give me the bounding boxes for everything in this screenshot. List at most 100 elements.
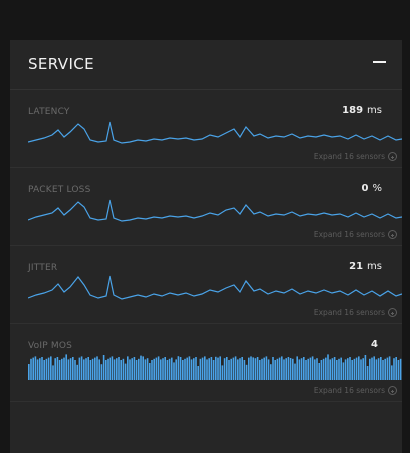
plus-circle-icon xyxy=(388,308,397,317)
mos-bar xyxy=(360,359,362,380)
mos-bar xyxy=(162,358,164,380)
mos-bar xyxy=(61,358,63,380)
plus-circle-icon xyxy=(388,152,397,161)
mos-bar xyxy=(243,360,246,380)
collapse-icon[interactable] xyxy=(368,50,392,74)
mos-bar xyxy=(259,360,261,380)
mos-bar xyxy=(239,358,241,380)
expand-sensors-button[interactable]: Expand 16 sensors xyxy=(314,230,397,239)
mos-bar xyxy=(375,359,378,380)
mos-bar xyxy=(111,356,114,380)
mos-bar xyxy=(76,364,78,380)
mos-bar xyxy=(305,360,307,380)
mos-bar xyxy=(212,360,215,380)
mos-bar xyxy=(129,359,131,380)
mos-bar xyxy=(274,360,276,380)
mos-bar xyxy=(142,356,144,380)
packet-loss-sparkline xyxy=(28,199,402,222)
mos-bar xyxy=(56,357,59,380)
mos-bar xyxy=(204,356,206,380)
mos-bar xyxy=(124,363,127,380)
mos-bar xyxy=(395,357,397,380)
mos-bar xyxy=(261,358,263,380)
mos-bar xyxy=(184,358,186,380)
metric-value: 21 ms xyxy=(349,261,382,272)
mos-bar xyxy=(43,360,45,380)
mos-bar xyxy=(122,358,125,380)
mos-bar xyxy=(105,360,107,380)
mos-bar xyxy=(311,356,314,380)
mos-bar xyxy=(65,354,67,380)
mos-bar xyxy=(157,356,160,380)
mos-bar xyxy=(366,366,369,380)
mos-bar xyxy=(69,358,72,380)
mos-bar xyxy=(144,359,147,380)
mos-bar xyxy=(173,362,175,380)
mos-bar xyxy=(193,358,195,380)
mos-bar xyxy=(270,364,272,380)
mos-bar xyxy=(151,360,153,380)
mos-bar xyxy=(74,360,76,380)
mos-bar xyxy=(342,362,345,380)
mos-bar xyxy=(325,357,327,380)
mos-bar xyxy=(175,359,177,380)
metric-unit: ms xyxy=(367,105,382,116)
latency-line xyxy=(28,121,402,144)
mos-bar xyxy=(109,357,111,380)
mos-bar xyxy=(195,357,197,380)
expand-sensors-button[interactable]: Expand 16 sensors xyxy=(314,386,397,395)
plus-circle-icon xyxy=(388,386,397,395)
voip-mos-bar-chart xyxy=(28,354,402,380)
mos-bar xyxy=(208,358,210,380)
mos-bar xyxy=(223,358,226,380)
mos-bar xyxy=(182,360,184,380)
mos-bar xyxy=(320,360,323,380)
mos-bar xyxy=(166,360,169,380)
mos-bar xyxy=(197,366,199,380)
mos-bar xyxy=(54,358,56,380)
mos-bar xyxy=(289,358,292,380)
mos-bar xyxy=(380,357,382,380)
mos-bar xyxy=(30,358,32,380)
mos-bar xyxy=(265,356,268,380)
mos-bar xyxy=(32,357,34,380)
mos-bar xyxy=(340,357,342,380)
mos-bar xyxy=(94,357,96,380)
panel-header: SERVICE xyxy=(10,40,402,90)
mos-bar xyxy=(397,360,400,380)
mos-bar xyxy=(116,358,118,380)
expand-sensors-button[interactable]: Expand 16 sensors xyxy=(314,308,397,317)
mos-bar xyxy=(100,364,103,380)
metric-number: 0 xyxy=(361,183,369,194)
mos-bar xyxy=(256,357,259,380)
expand-label: Expand 16 sensors xyxy=(313,386,385,395)
mos-bar xyxy=(138,358,140,380)
mos-bar xyxy=(355,357,358,380)
mos-bar xyxy=(160,359,162,380)
jitter-sparkline xyxy=(28,275,402,300)
mos-bar xyxy=(358,356,360,380)
mos-bar xyxy=(232,357,235,380)
metric-jitter: JITTER 21 ms Expand 16 sensors xyxy=(10,246,402,324)
mos-bar xyxy=(215,356,217,380)
mos-bar xyxy=(206,359,208,380)
mos-bar xyxy=(316,358,318,380)
mos-bar xyxy=(369,358,371,380)
mos-bar xyxy=(113,359,116,380)
metric-number: 189 xyxy=(342,105,364,116)
mos-bar xyxy=(391,365,393,380)
mos-bar xyxy=(278,357,281,380)
metric-unit: % xyxy=(372,183,382,194)
mos-bar xyxy=(333,357,336,380)
metric-unit: ms xyxy=(367,261,382,272)
mos-bar xyxy=(283,359,285,380)
packet-loss-line xyxy=(28,199,402,222)
mos-bar xyxy=(371,357,373,380)
expand-label: Expand 16 sensors xyxy=(313,308,385,317)
metric-value: 0% xyxy=(362,183,382,194)
expand-label: Expand 16 sensors xyxy=(313,152,385,161)
jitter-line xyxy=(28,275,402,300)
expand-sensors-button[interactable]: Expand 16 sensors xyxy=(314,152,397,161)
metric-value: 4 xyxy=(371,339,382,350)
mos-bar xyxy=(303,357,305,380)
